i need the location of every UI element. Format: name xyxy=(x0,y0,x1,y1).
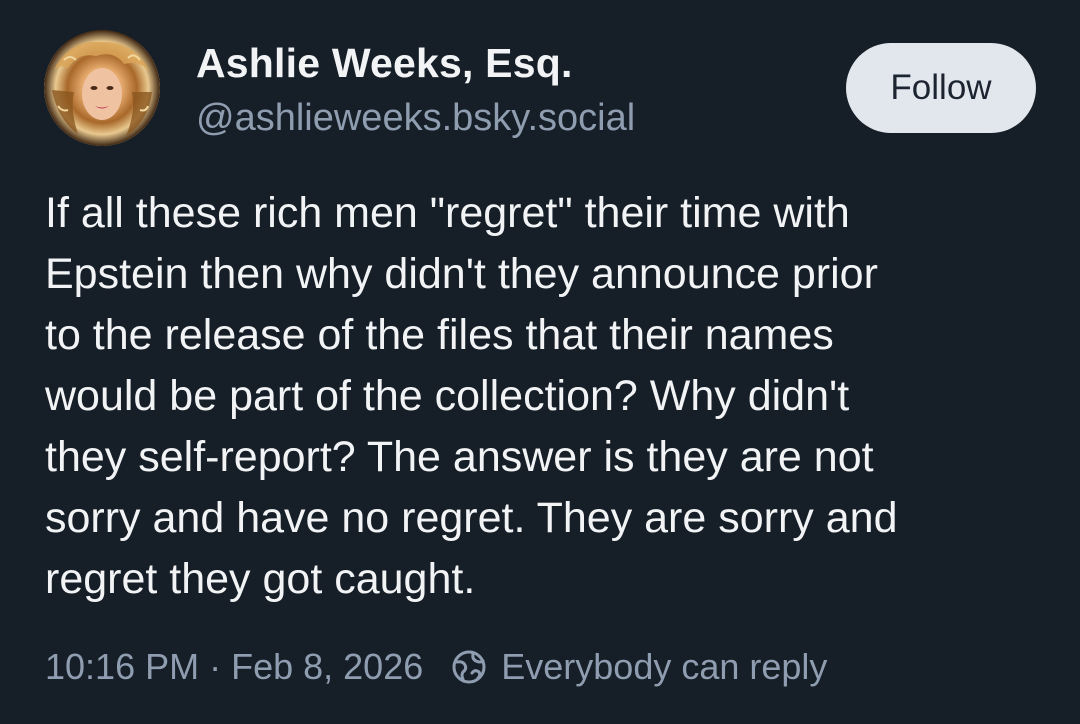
post-date[interactable]: Feb 8, 2026 xyxy=(231,646,423,688)
post-time[interactable]: 10:16 PM xyxy=(45,646,199,688)
avatar-photo xyxy=(44,30,160,146)
post-text-line: regret they got caught. xyxy=(45,555,476,603)
post-text: If all these rich men "regret" their tim… xyxy=(45,183,1055,610)
author-handle[interactable]: @ashlieweeks.bsky.social xyxy=(196,97,635,140)
follow-button[interactable]: Follow xyxy=(846,43,1036,133)
post-text-line: would be part of the collection? Why did… xyxy=(45,372,850,420)
post-text-line: to the release of the files that their n… xyxy=(45,311,834,359)
post-text-line: Epstein then why didn't they announce pr… xyxy=(45,250,878,298)
post-meta: 10:16 PM · Feb 8, 2026 Everybody can rep… xyxy=(45,643,827,691)
author-display-name[interactable]: Ashlie Weeks, Esq. xyxy=(196,40,573,87)
meta-separator: · xyxy=(209,646,222,687)
avatar[interactable] xyxy=(44,30,160,146)
globe-icon xyxy=(449,647,489,687)
post-text-line: If all these rich men "regret" their tim… xyxy=(45,189,850,237)
post-text-line: they self-report? The answer is they are… xyxy=(45,433,874,481)
post-text-line: sorry and have no regret. They are sorry… xyxy=(45,494,898,542)
reply-setting[interactable]: Everybody can reply xyxy=(501,646,827,688)
post-card: Ashlie Weeks, Esq. @ashlieweeks.bsky.soc… xyxy=(0,0,1080,724)
